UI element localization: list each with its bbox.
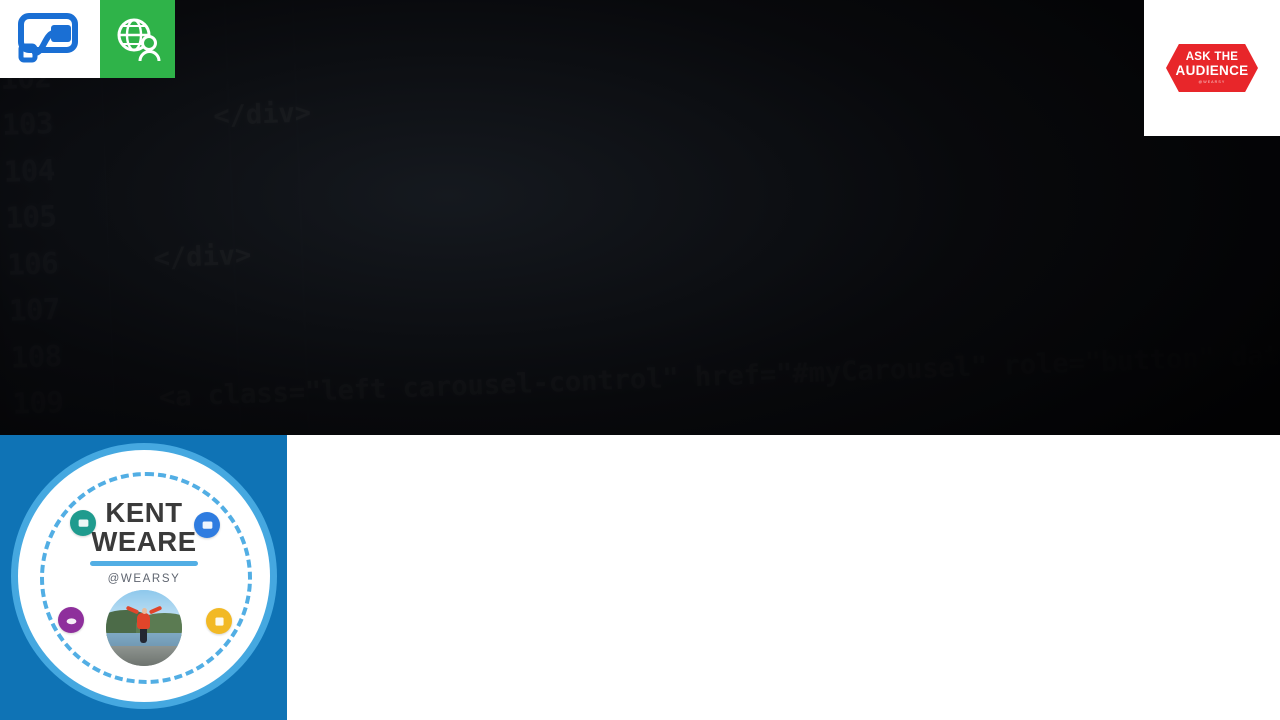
video-thumbnail: 101 102 103 104 105 106 107 108 109 110 … — [0, 0, 1280, 720]
line-number: 108 — [10, 338, 63, 375]
chart-icon — [214, 616, 224, 626]
line-number: 104 — [3, 152, 56, 189]
title-band: KENT WEARE @WEARSY — [0, 435, 1280, 720]
code-text-block: </div> </div> <a class="left carousel-co… — [112, 0, 1280, 435]
ata-line2: AUDIENCE — [1175, 62, 1249, 78]
speaker-handle: @WEARSY — [107, 573, 181, 585]
line-number: 106 — [6, 245, 59, 282]
yellow-badge-icon — [206, 608, 232, 634]
speaker-name-line2: WEARE — [91, 526, 197, 557]
badge-underline — [90, 561, 198, 566]
line-number: 109 — [11, 384, 64, 421]
flow-icon — [202, 520, 212, 529]
code-line: <a class="left carousel-control" href="#… — [158, 331, 1280, 414]
monitor-tilt-layer: 101 102 103 104 105 106 107 108 109 110 … — [0, 0, 1280, 435]
power-automate-icon-tile[interactable] — [0, 0, 100, 78]
speaker-name-line1: KENT — [105, 497, 183, 528]
ata-subtext: @WEARSY — [1198, 78, 1226, 84]
cloud-icon — [66, 617, 76, 624]
speaker-badge: KENT WEARE @WEARSY — [18, 450, 270, 702]
ask-the-audience-logo-card[interactable]: ASK THE AUDIENCE @WEARSY — [1144, 0, 1280, 136]
blue-badge-icon — [194, 512, 220, 538]
teal-badge-icon — [70, 510, 96, 536]
globe-person-icon — [117, 18, 160, 62]
chat-bubble-icon — [78, 518, 88, 527]
power-automate-icon — [18, 13, 78, 63]
speaker-avatar — [106, 590, 182, 666]
line-number: 105 — [4, 198, 58, 235]
code-screenshot-photo: 101 102 103 104 105 106 107 108 109 110 … — [0, 0, 1280, 435]
line-number: 103 — [1, 106, 54, 142]
code-line: </div> — [120, 239, 252, 276]
code-line: </div> — [115, 97, 312, 136]
line-number: 107 — [8, 291, 61, 328]
ask-the-audience-badge: ASK THE AUDIENCE @WEARSY — [1166, 44, 1258, 92]
purple-badge-icon — [58, 607, 84, 633]
globe-person-icon-tile[interactable] — [100, 0, 175, 78]
speaker-name: KENT WEARE — [18, 498, 270, 556]
